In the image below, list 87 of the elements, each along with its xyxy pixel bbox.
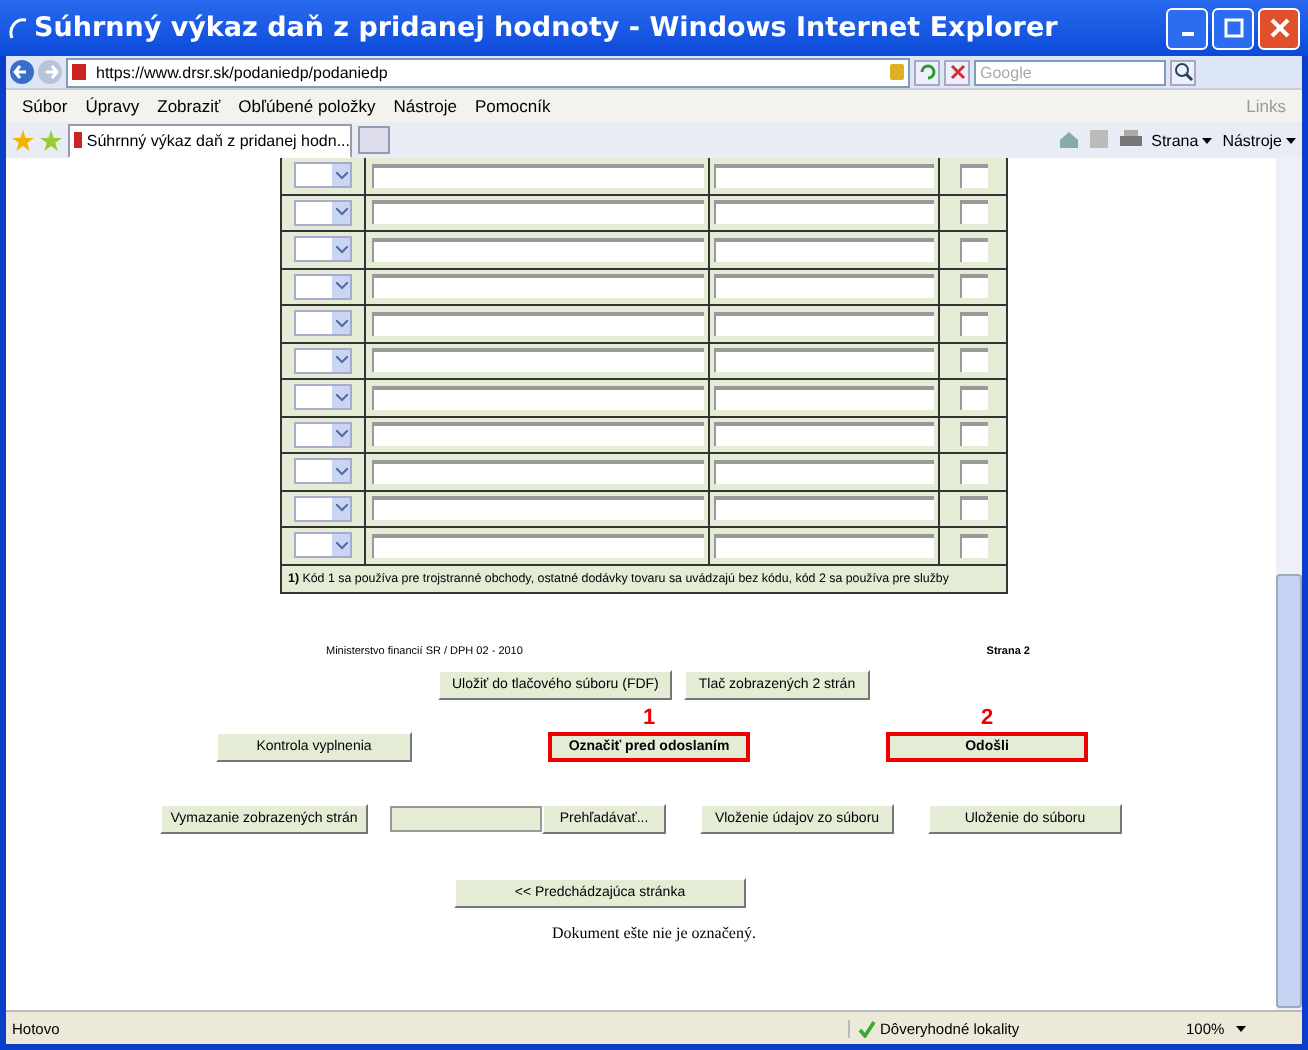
minimize-icon — [1181, 32, 1193, 36]
input-field[interactable] — [959, 422, 987, 447]
input-field[interactable] — [959, 200, 987, 225]
input-field[interactable] — [959, 533, 987, 558]
menu-item[interactable]: Zobraziť — [157, 96, 221, 116]
menu-item[interactable]: Nástroje — [393, 96, 457, 116]
minimize-button[interactable] — [1166, 7, 1208, 49]
input-field[interactable] — [714, 163, 934, 188]
input-field[interactable] — [959, 348, 987, 373]
menu-item[interactable]: Obľúbené položky — [238, 96, 376, 116]
forward-icon — [38, 60, 62, 84]
input-field[interactable] — [371, 385, 703, 410]
command-menu[interactable]: Strana — [1151, 131, 1199, 149]
code-dropdown[interactable] — [294, 236, 352, 263]
input-field[interactable] — [371, 237, 703, 262]
caret-icon[interactable] — [1286, 137, 1296, 143]
printer-icon[interactable] — [1119, 130, 1142, 150]
code-dropdown[interactable] — [294, 384, 352, 411]
input-field[interactable] — [959, 274, 987, 299]
search-button[interactable] — [1170, 59, 1196, 85]
address-field[interactable]: https://www.drsr.sk/podaniedp/podaniedp — [66, 57, 910, 87]
search-field[interactable]: Google — [974, 59, 1166, 85]
input-field[interactable] — [371, 163, 703, 188]
input-field[interactable] — [959, 311, 987, 336]
input-field[interactable] — [714, 200, 934, 225]
code-dropdown[interactable] — [294, 310, 352, 337]
input-field[interactable] — [959, 496, 987, 521]
input-field[interactable] — [714, 496, 934, 521]
maximize-icon — [1223, 18, 1243, 38]
input-field[interactable] — [714, 311, 934, 336]
refresh-icon — [917, 62, 937, 82]
add-favorite-icon[interactable] — [40, 129, 62, 151]
close-icon — [947, 62, 967, 82]
caret-icon[interactable] — [1236, 1025, 1247, 1031]
code-dropdown[interactable] — [294, 273, 352, 300]
input-field[interactable] — [959, 237, 987, 262]
code-dropdown[interactable] — [294, 347, 352, 374]
browser-tab[interactable]: Súhrnný výkaz daň z pridanej hodn... — [68, 123, 352, 157]
code-dropdown[interactable] — [294, 421, 352, 448]
code-dropdown[interactable] — [294, 532, 352, 559]
stop-button[interactable] — [944, 59, 970, 85]
favorites-star-icon[interactable] — [12, 129, 34, 151]
input-field[interactable] — [371, 200, 703, 225]
new-tab-button[interactable] — [358, 126, 390, 154]
document-status: Dokument ešte nie je označený. — [552, 923, 758, 941]
input-field[interactable] — [371, 311, 703, 336]
command-menu[interactable]: Nástroje — [1222, 131, 1282, 149]
input-field[interactable] — [714, 237, 934, 262]
input-field[interactable] — [714, 348, 934, 373]
annotation-number: 1 — [642, 705, 656, 731]
caret-icon[interactable] — [1202, 137, 1213, 143]
input-field[interactable] — [714, 274, 934, 299]
input-field[interactable] — [714, 422, 934, 447]
input-field[interactable] — [371, 422, 703, 447]
input-field[interactable] — [714, 385, 934, 410]
home-icon[interactable] — [1057, 130, 1080, 150]
input-field[interactable] — [371, 496, 703, 521]
browser-logo-icon — [8, 16, 28, 40]
site-logo-icon — [72, 64, 86, 80]
code-dropdown[interactable] — [294, 458, 352, 485]
input-field[interactable] — [959, 459, 987, 484]
close-button[interactable] — [1258, 7, 1300, 49]
input-field[interactable] — [371, 348, 703, 373]
input-field[interactable] — [714, 459, 934, 484]
file-field[interactable] — [390, 805, 542, 831]
input-field[interactable] — [959, 163, 987, 188]
search-icon — [1173, 62, 1193, 82]
annotation-number: 2 — [980, 705, 994, 731]
input-field[interactable] — [714, 533, 934, 558]
input-field[interactable] — [371, 274, 703, 299]
input-field[interactable] — [371, 533, 703, 558]
code-dropdown[interactable] — [294, 495, 352, 522]
window-title: Súhrnný výkaz daň z pridanej hodnoty - Windows Internet Explorer — [34, 12, 1058, 44]
back-button[interactable] — [10, 60, 34, 84]
close-icon — [1269, 18, 1289, 38]
back-icon — [10, 60, 34, 84]
menu-item[interactable]: Súbor — [22, 96, 68, 116]
menu-item[interactable]: Pomocník — [474, 96, 551, 116]
refresh-button[interactable] — [914, 59, 940, 85]
menu-item[interactable]: Úpravy — [85, 96, 140, 116]
code-dropdown[interactable] — [294, 199, 352, 226]
maximize-button[interactable] — [1212, 7, 1254, 49]
input-field[interactable] — [371, 459, 703, 484]
check-icon — [858, 1019, 876, 1037]
input-field[interactable] — [959, 385, 987, 410]
code-dropdown[interactable] — [294, 162, 352, 189]
scrollbar[interactable] — [1276, 158, 1302, 1010]
